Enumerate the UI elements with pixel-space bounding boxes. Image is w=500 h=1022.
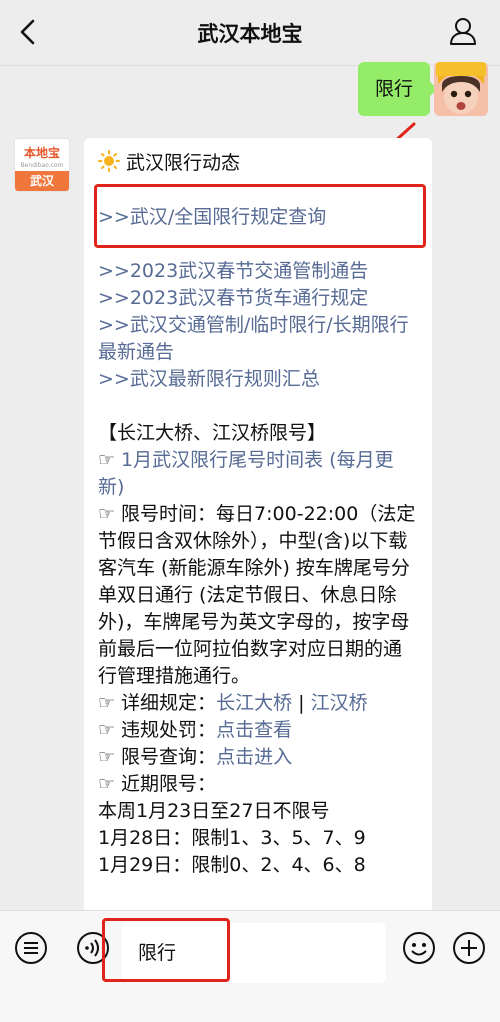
link-jianghan-bridge[interactable]: 江汉桥 <box>311 692 368 714</box>
chat-header: 武汉本地宝 <box>0 0 500 66</box>
pointing-hand-icon: ☞ <box>98 719 116 741</box>
outgoing-bubble[interactable]: 限行 <box>358 62 438 116</box>
avatar-top: 本地宝 Bendibao.com <box>15 139 69 173</box>
rule-row: ☞ 限号时间：每日7:00-22:00（法定节假日含双休除外），中型(含)以下载客… <box>98 501 418 690</box>
outgoing-message: 限行 <box>358 62 438 116</box>
user-avatar-image-icon <box>434 62 488 116</box>
query-row: ☞ 限号查询：点击进入 <box>98 744 418 771</box>
sun-icon <box>98 150 120 172</box>
detail-row: ☞ 详细规定：长江大桥 | 江汉桥 <box>98 690 418 717</box>
link-violation[interactable]: 点击查看 <box>216 719 292 741</box>
link-query[interactable]: 点击进入 <box>216 746 292 768</box>
avatar-brand: 本地宝 <box>23 146 60 160</box>
menu-list-icon[interactable] <box>14 931 48 965</box>
recent-line: 本周1月23日至27日不限号 <box>98 800 330 822</box>
link-latest-rules[interactable]: >>武汉最新限行规则汇总 <box>98 366 418 393</box>
emoji-icon[interactable] <box>402 931 436 965</box>
incoming-message-bubble: 武汉限行动态 >>武汉/全国限行规定查询 >>2023武汉春节交通管制通告 >>… <box>84 138 432 928</box>
violation-label: 违规处罚： <box>121 719 217 741</box>
avatar-city: 武汉 <box>15 171 69 191</box>
recent-label: 近期限号： <box>121 773 217 795</box>
link-spring-festival-trucks[interactable]: >>2023武汉春节货车通行规定 <box>98 285 418 312</box>
chat-title: 武汉本地宝 <box>197 22 303 46</box>
violation-row: ☞ 违规处罚：点击查看 <box>98 717 418 744</box>
link-tail-table[interactable]: 1月武汉限行尾号时间表 (每月更新) <box>98 449 394 498</box>
recent-line: 1月29日：限制0、2、4、6、8 <box>98 854 366 876</box>
annotation-highlight-box <box>94 184 426 248</box>
link-yangtze-bridge[interactable]: 长江大桥 <box>216 692 292 714</box>
pointing-hand-icon: ☞ <box>98 692 116 714</box>
link-traffic-control[interactable]: >>武汉交通管制/临时限行/长期限行最新通告 <box>98 312 418 366</box>
message-heading-row: 武汉限行动态 <box>98 150 418 177</box>
tail-table-row: ☞ 1月武汉限行尾号时间表 (每月更新) <box>98 447 418 501</box>
input-bar: 限行 <box>0 910 500 1022</box>
rule-text: 限号时间：每日7:00-22:00（法定节假日含双休除外），中型(含)以下载客汽… <box>98 503 416 687</box>
pointing-hand-icon: ☞ <box>98 746 116 768</box>
detail-label: 详细规定： <box>121 692 217 714</box>
official-account-avatar[interactable]: 本地宝 Bendibao.com 武汉 <box>14 138 70 192</box>
message-heading: 武汉限行动态 <box>126 152 241 174</box>
query-label: 限号查询： <box>121 746 217 768</box>
avatar-subtitle: Bendibao.com <box>20 162 64 169</box>
section-title: 【长江大桥、江汉桥限号】 <box>98 422 327 444</box>
link-spring-festival-traffic[interactable]: >>2023武汉春节交通管制通告 <box>98 258 418 285</box>
pointing-hand-icon: ☞ <box>98 773 116 795</box>
profile-icon[interactable] <box>448 16 478 46</box>
pointing-hand-icon: ☞ <box>98 449 116 471</box>
detail-separator: | <box>292 692 311 714</box>
plus-icon[interactable] <box>452 931 486 965</box>
pointing-hand-icon: ☞ <box>98 503 116 525</box>
recent-row: ☞ 近期限号： <box>98 771 418 798</box>
recent-line: 1月28日：限制1、3、5、7、9 <box>98 827 366 849</box>
annotation-input-highlight-box <box>102 918 230 982</box>
user-avatar[interactable] <box>434 62 488 116</box>
